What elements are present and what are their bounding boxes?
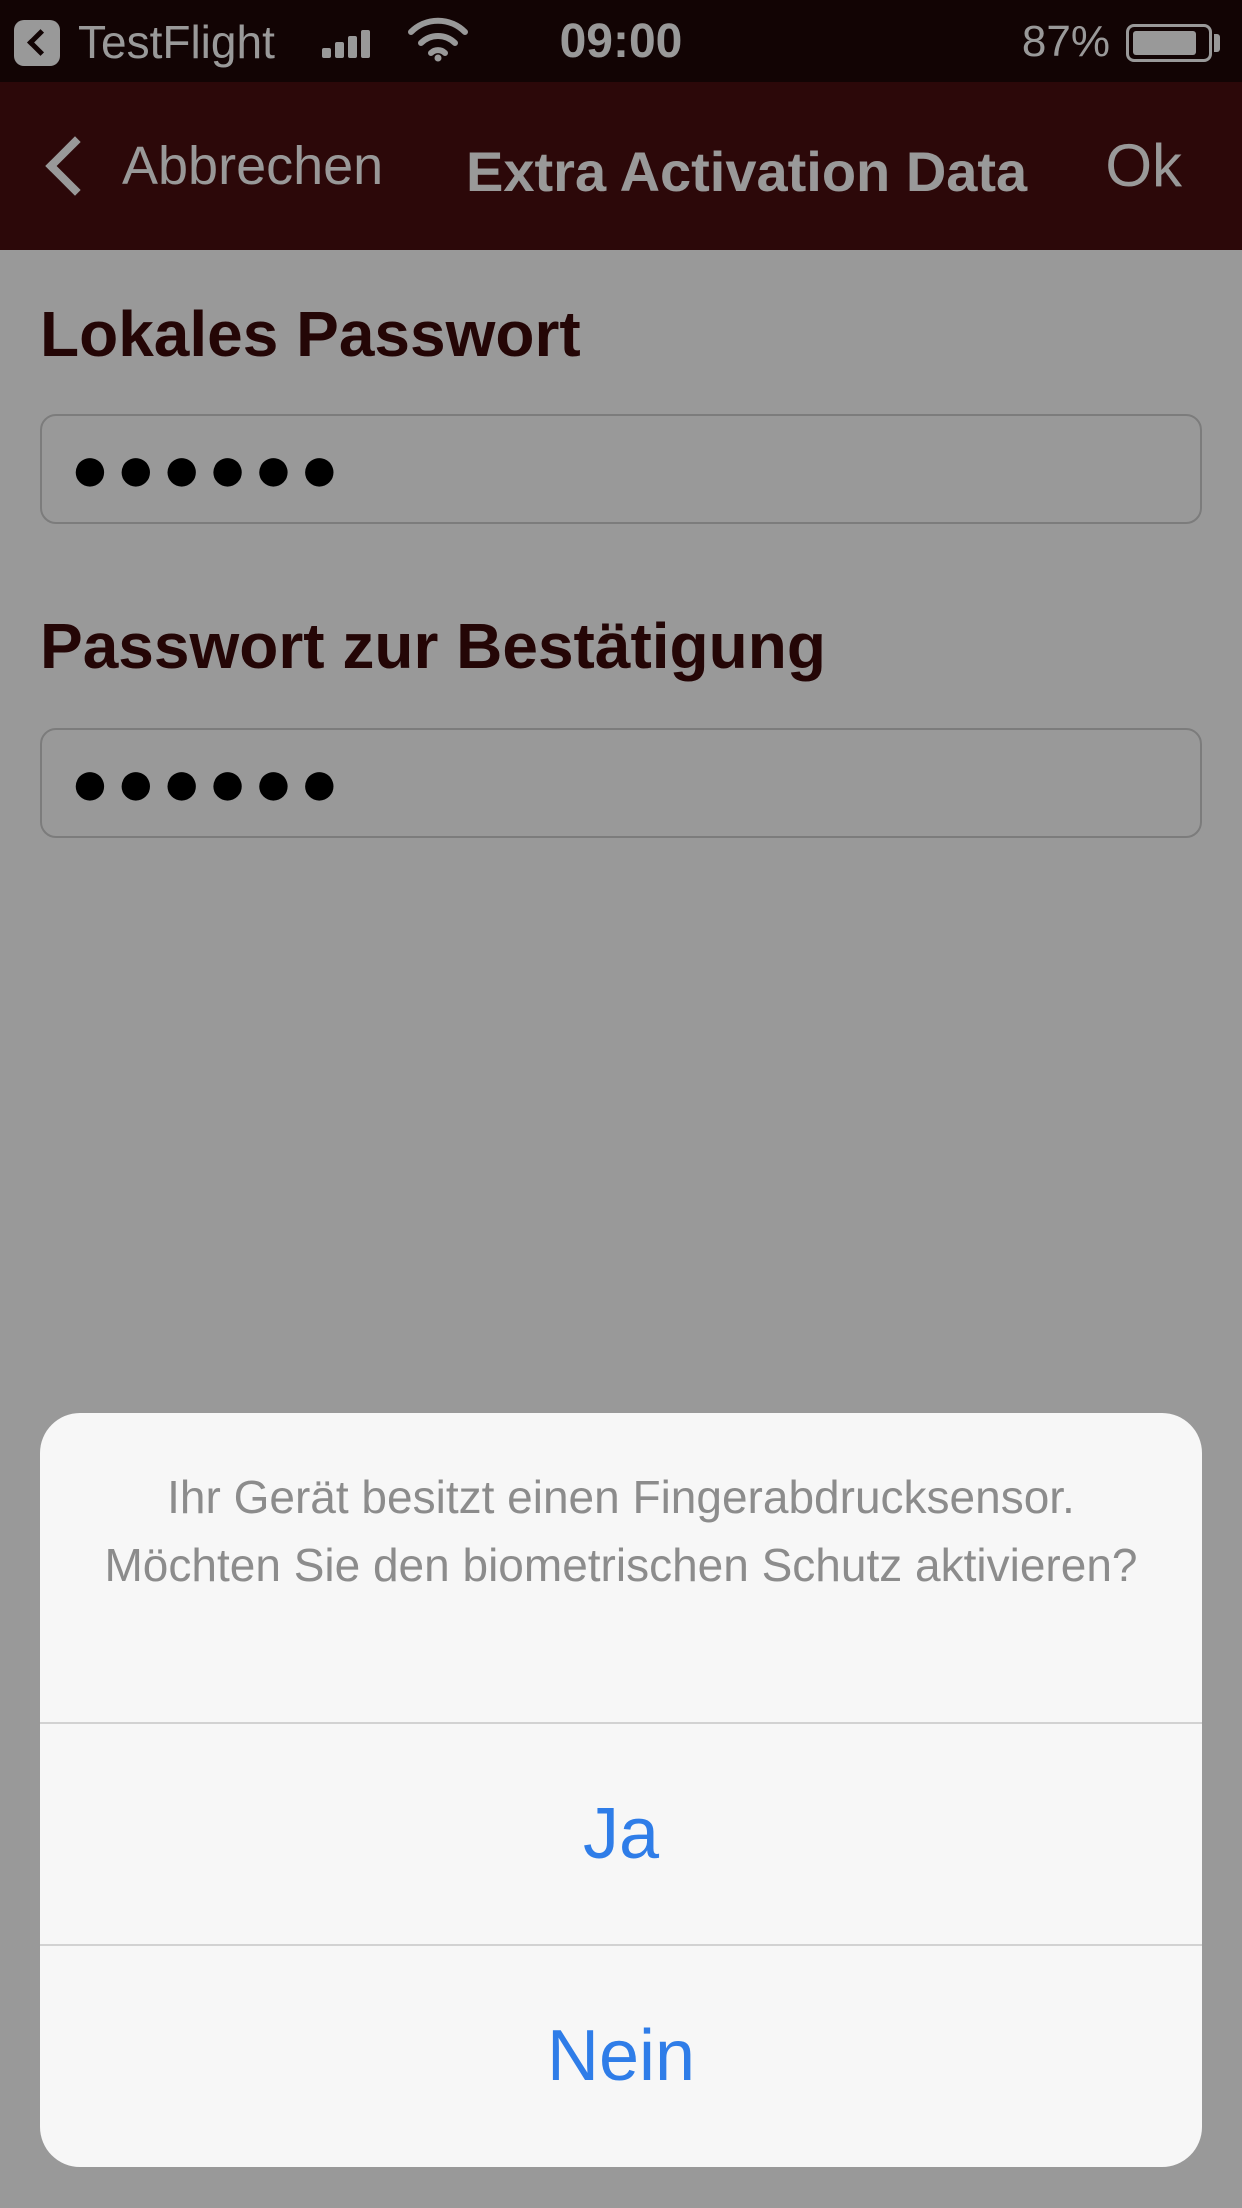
app-screen: TestFlight 09:00 87% Abbrechen Extra Act… [0,0,1242,2208]
biometric-dialog: Ihr Gerät besitzt einen Fingerabdrucksen… [40,1413,1202,2167]
no-button[interactable]: Nein [40,1946,1202,2166]
dialog-message: Ihr Gerät besitzt einen Fingerabdrucksen… [104,1471,1138,1591]
yes-button[interactable]: Ja [40,1724,1202,1944]
